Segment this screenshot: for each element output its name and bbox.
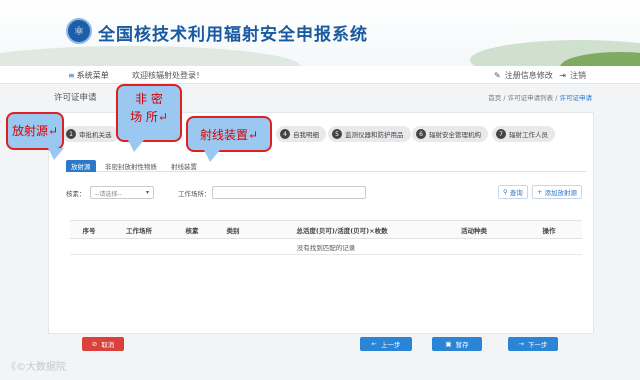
tab-ray-device[interactable]: 射线装置 (166, 160, 202, 172)
previous-step-button[interactable]: ← 上一步 (360, 337, 412, 351)
workplace-input[interactable] (212, 186, 366, 199)
page-title: 许可证申请 (54, 93, 97, 103)
search-button-label: 查询 (509, 189, 523, 197)
next-step-button[interactable]: → 下一步 (508, 337, 558, 351)
callout-text: 放射源↵ (11, 124, 59, 138)
breadcrumb: 首页 / 许可证申请列表 / 许可证申请 (488, 92, 592, 102)
tab-non-sealed-material[interactable]: 非密封放射性物质 (100, 160, 162, 172)
source-table: 序号 工作场所 核素 类别 总活度(贝可)/活度(贝可)×枚数 活动种类 操作 … (70, 220, 582, 255)
filter-bar: 核素： --请选择-- ▾ 工作场所： ⚲ 查询 + 添加放射源 (66, 184, 586, 202)
logout-link[interactable]: 注销 (570, 71, 586, 80)
banner-decoration (0, 46, 300, 66)
save-draft-button[interactable]: ▣ 暂存 (432, 337, 482, 351)
menu-icon: ≡ (68, 71, 75, 80)
nuclide-label: 核素： (66, 190, 86, 198)
plus-icon: + (537, 188, 543, 196)
system-logo-icon: ⚛ (66, 18, 92, 44)
column-header-activity-type: 活动种类 (432, 220, 516, 239)
logout-icon: ⇥ (559, 71, 566, 80)
breadcrumb-separator: / (555, 94, 558, 102)
callout-text: 场 所↵ (130, 110, 168, 124)
previous-label: 上一步 (380, 341, 401, 349)
table-empty-row: 没有找到匹配的记录 (70, 238, 582, 255)
column-header-nuclide: 核素 (170, 220, 214, 239)
next-label: 下一步 (527, 341, 548, 349)
step-5-monitoring-instruments[interactable]: 5 监测仪器和防护用品 (328, 126, 411, 142)
breadcrumb-separator: / (503, 94, 506, 102)
callout-text: 射线装置↵ (199, 128, 259, 142)
step-7-radiation-workers[interactable]: 7 辐射工作人员 (492, 126, 555, 142)
step-number: 1 (66, 129, 76, 139)
search-icon: ⚲ (503, 188, 508, 196)
cancel-label: 取消 (101, 341, 115, 349)
step-4-self-details[interactable]: 4 自我明细 (276, 126, 326, 142)
save-label: 暂存 (455, 341, 469, 349)
step-label: 辐射安全管理机构 (429, 131, 481, 139)
empty-message: 没有找到匹配的记录 (70, 238, 582, 255)
tab-radioactive-source[interactable]: 放射源 (66, 160, 96, 172)
table-header-row: 序号 工作场所 核素 类别 总活度(贝可)/活度(贝可)×枚数 活动种类 操作 (70, 220, 582, 239)
step-6-safety-management[interactable]: 6 辐射安全管理机构 (412, 126, 488, 142)
breadcrumb-home[interactable]: 首页 (488, 94, 501, 102)
search-button[interactable]: ⚲ 查询 (498, 185, 528, 199)
action-bar: ⊘ 取消 ← 上一步 ▣ 暂存 → 下一步 (66, 337, 586, 351)
cancel-icon: ⊘ (91, 340, 98, 348)
system-menu-label: 系统菜单 (76, 71, 109, 80)
edit-icon: ✎ (494, 71, 501, 80)
system-menu-button[interactable]: ≡ 系统菜单 (68, 70, 109, 81)
callout-non-sealed-site: 非 密 场 所↵ (116, 84, 182, 152)
nuclide-select[interactable]: --请选择-- ▾ (90, 186, 154, 199)
breadcrumb-current: 许可证申请 (559, 94, 593, 102)
callout-pointer (204, 150, 220, 162)
column-header-category: 类别 (214, 220, 252, 239)
step-number: 6 (416, 129, 426, 139)
callout-pointer (48, 148, 64, 160)
step-number: 5 (332, 129, 342, 139)
step-label: 辐射工作人员 (509, 131, 548, 139)
workplace-label: 工作场所： (178, 190, 211, 198)
step-number: 4 (280, 129, 290, 139)
source-type-tabs: 放射源 非密封放射性物质 射线装置 (66, 160, 586, 172)
welcome-text: 欢迎核辐射处登录！ (132, 71, 204, 80)
arrow-right-icon: → (518, 340, 524, 348)
column-header-workplace: 工作场所 (108, 220, 170, 239)
top-nav-bar: ≡ 系统菜单 欢迎核辐射处登录！ ✎ 注册信息修改 ⇥ 注销 (0, 66, 640, 84)
save-icon: ▣ (445, 340, 452, 348)
callout-text: 非 密 (135, 92, 163, 106)
watermark: 《©大数据院 (6, 362, 66, 373)
step-label: 审批机关选 (79, 131, 112, 139)
add-source-label: 添加放射源 (544, 189, 577, 197)
app-title: 全国核技术利用辐射安全申报系统 (98, 25, 368, 45)
column-header-index: 序号 (70, 220, 108, 239)
arrow-left-icon: ← (371, 340, 377, 348)
column-header-activity: 总活度(贝可)/活度(贝可)×枚数 (252, 220, 432, 239)
add-source-button[interactable]: + 添加放射源 (532, 185, 582, 199)
column-header-actions: 操作 (516, 220, 582, 239)
header-banner: ⚛ 全国核技术利用辐射安全申报系统 (0, 0, 640, 66)
edit-registration-link[interactable]: 注册信息修改 (505, 71, 553, 80)
step-1-approval-authority[interactable]: 1 审批机关选 (62, 126, 119, 142)
callout-ray-device: 射线装置↵ (186, 116, 272, 162)
user-actions: ✎ 注册信息修改 ⇥ 注销 (494, 70, 590, 81)
step-label: 自我明细 (293, 131, 319, 139)
callout-radioactive-source: 放射源↵ (6, 112, 64, 160)
chevron-down-icon: ▾ (145, 189, 149, 196)
step-number: 7 (496, 129, 506, 139)
breadcrumb-license-list[interactable]: 许可证申请列表 (508, 94, 554, 102)
nuclide-select-value: --请选择-- (95, 191, 122, 198)
step-label: 监测仪器和防护用品 (345, 131, 404, 139)
cancel-button[interactable]: ⊘ 取消 (82, 337, 124, 351)
callout-pointer (128, 140, 144, 152)
